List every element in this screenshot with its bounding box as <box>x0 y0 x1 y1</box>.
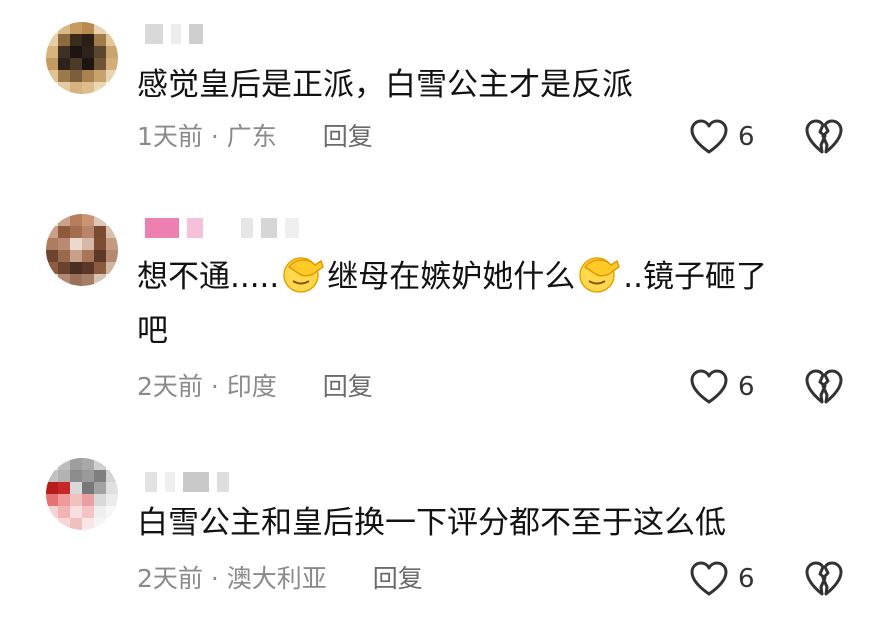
dislike-button[interactable] <box>805 561 843 601</box>
comment-list: { "comments": [ { "text": "感觉皇后是正派，白雪公主才… <box>0 0 879 625</box>
comment-meta: 2天前 · 澳大利亚 回复 <box>137 564 423 593</box>
comment-text: 想不通..... 继母在嫉妒她什么 ..镜子砸了 <box>137 252 847 302</box>
comment-location: 印度 <box>226 372 277 401</box>
heart-outline-icon <box>690 561 728 596</box>
reply-button[interactable]: 回复 <box>323 372 373 401</box>
comment-text-part: ..镜子砸了 <box>623 259 767 295</box>
avatar[interactable] <box>46 22 118 94</box>
username-redacted[interactable] <box>145 22 203 46</box>
comment-meta: 2天前 · 印度 回复 <box>137 372 373 401</box>
like-count: 6 <box>738 372 755 402</box>
dislike-button[interactable] <box>805 119 843 159</box>
like-button[interactable]: 6 <box>690 561 755 597</box>
like-count: 6 <box>738 122 755 152</box>
dislike-button[interactable] <box>805 369 843 409</box>
username-redacted[interactable] <box>145 470 229 494</box>
avatar[interactable] <box>46 214 118 286</box>
heart-outline-icon <box>690 369 728 404</box>
username-redacted[interactable] <box>145 216 299 240</box>
comment-time: 1天前 <box>137 122 203 151</box>
heart-outline-icon <box>690 119 728 154</box>
comment-meta: 1天前 · 广东 回复 <box>137 122 373 151</box>
avatar[interactable] <box>46 458 118 530</box>
comment-text-part: 继母在嫉妒她什么 <box>327 259 576 295</box>
like-button[interactable]: 6 <box>690 119 755 155</box>
like-count: 6 <box>738 564 755 594</box>
comment-text: 感觉皇后是正派，白雪公主才是反派 <box>137 67 633 103</box>
comment-text: 白雪公主和皇后换一下评分都不至于这么低 <box>137 505 726 541</box>
comment-text-line2: 吧 <box>137 313 168 349</box>
like-button[interactable]: 6 <box>690 369 755 405</box>
comment-text-part: 想不通..... <box>137 259 280 295</box>
reply-button[interactable]: 回复 <box>373 564 423 593</box>
facepalm-emoji-icon <box>579 257 621 293</box>
broken-heart-icon <box>805 119 843 154</box>
broken-heart-icon <box>805 561 843 596</box>
comment-time: 2天前 <box>137 372 203 401</box>
broken-heart-icon <box>805 369 843 404</box>
reply-button[interactable]: 回复 <box>323 122 373 151</box>
comment-location: 澳大利亚 <box>226 564 327 593</box>
facepalm-emoji-icon <box>283 257 325 293</box>
comment-time: 2天前 <box>137 564 203 593</box>
comment-location: 广东 <box>226 122 277 151</box>
